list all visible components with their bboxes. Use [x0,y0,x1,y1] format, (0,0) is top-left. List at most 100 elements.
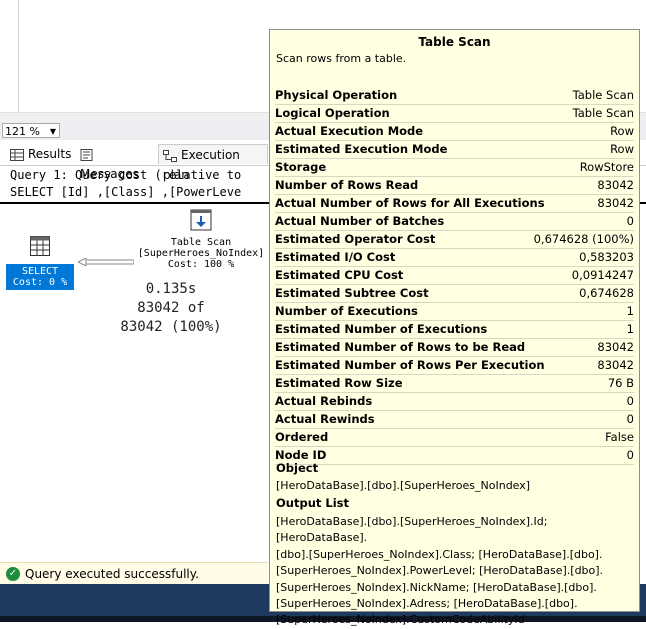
property-value: 0 [626,394,634,408]
tab-results[interactable]: Results [6,144,72,164]
table-scan-node[interactable]: Table Scan [SuperHeroes_NoIndex] Cost: 1… [130,237,272,270]
property-row: Number of Executions 1 [275,303,634,321]
property-row: Estimated Row Size 76 B [275,375,634,393]
property-value: 83042 [597,358,634,372]
property-key: Estimated Number of Rows to be Read [275,340,526,354]
property-value: 1 [626,304,634,318]
property-row: Estimated Execution Mode Row [275,141,634,159]
table-scan-icon[interactable] [190,209,212,231]
tab-results-label: Results [28,147,72,161]
property-row: Estimated CPU Cost 0,0914247 [275,267,634,285]
property-key: Estimated I/O Cost [275,250,396,264]
output-list-line: [SuperHeroes_NoIndex].PowerLevel; [HeroD… [276,564,604,578]
property-value: 0,0914247 [571,268,634,282]
property-row: Logical Operation Table Scan [275,105,634,123]
property-value: 0 [626,412,634,426]
table-scan-table: [SuperHeroes_NoIndex] [137,248,265,259]
property-row: Estimated Operator Cost 0,674628 (100%) [275,231,634,249]
object-heading: Object [276,461,319,475]
table-scan-label: Table Scan [170,237,232,248]
messages-icon [80,148,93,161]
property-row: Estimated Number of Executions 1 [275,321,634,339]
property-value: 83042 [597,178,634,192]
operator-tooltip: Table Scan Scan rows from a table. Physi… [269,29,640,626]
property-row: Estimated Number of Rows to be Read 83042 [275,339,634,357]
property-row: Actual Number of Batches 0 [275,213,634,231]
property-row: Estimated I/O Cost 0,583203 [275,249,634,267]
data-flow-arrow [78,258,134,266]
property-row: Number of Rows Read 83042 [275,177,634,195]
property-key: Estimated Subtree Cost [275,286,429,300]
chevron-down-icon: ▼ [49,127,56,136]
status-text: Query executed successfully. [25,567,199,581]
output-list-heading: Output List [276,496,349,510]
property-row: Estimated Subtree Cost 0,674628 [275,285,634,303]
property-key: Estimated CPU Cost [275,268,404,282]
property-key: Storage [275,160,327,174]
status-bar: ✓ Query executed successfully. [0,562,268,585]
property-row: Storage RowStore [275,159,634,177]
output-list-line: [SuperHeroes_NoIndex].Adress; [HeroDataB… [276,597,578,611]
elapsed-time: 0.135s [145,281,197,297]
tab-execution-plan[interactable]: Execution plan [158,144,268,182]
property-value: 76 B [607,376,634,390]
tooltip-description: Scan rows from a table. [276,52,407,65]
property-key: Estimated Execution Mode [275,142,448,156]
property-value: Table Scan [572,106,634,120]
output-list-line: [SuperHeroes_NoIndex].CustomCodeAbilityI… [276,613,525,627]
property-key: Actual Number of Batches [275,214,445,228]
property-key: Actual Rebinds [275,394,373,408]
zoom-select[interactable]: 121 % ▼ [2,123,60,138]
table-scan-cost: Cost: 100 % [167,259,235,270]
property-key: Estimated Number of Rows Per Execution [275,358,545,372]
output-list-line: [SuperHeroes_NoIndex].NickName; [HeroDat… [276,580,597,594]
property-key: Physical Operation [275,88,398,102]
property-value: Row [610,142,634,156]
property-row: Actual Execution Mode Row [275,123,634,141]
property-key: Number of Rows Read [275,178,419,192]
property-value: 0,583203 [579,250,634,264]
property-key: Actual Number of Rows for All Executions [275,196,545,210]
object-value: [HeroDataBase].[dbo].[SuperHeroes_NoInde… [276,479,531,492]
query-sql-line: SELECT [Id] ,[Class] ,[PowerLeve [10,185,242,199]
property-row: Actual Rewinds 0 [275,411,634,429]
property-key: Actual Rewinds [275,412,375,426]
property-row: Actual Number of Rows for All Executions… [275,195,634,213]
select-node-icon[interactable] [30,236,50,256]
rows-of: 83042 of [137,300,205,316]
property-row: Physical Operation Table Scan [275,87,634,105]
property-value: 0,674628 (100%) [533,232,634,246]
property-value: 0 [626,448,634,462]
property-row: Estimated Number of Rows Per Execution 83… [275,357,634,375]
property-value: 0,674628 [579,286,634,300]
select-node[interactable]: SELECT Cost: 0 % [6,264,74,290]
tab-messages[interactable]: Messages [76,144,156,181]
operator-stats: 0.135s 83042 of 83042 (100%) [106,280,236,337]
editor-margin-line [18,0,19,112]
check-circle-icon: ✓ [6,567,20,581]
property-row: Actual Rebinds 0 [275,393,634,411]
property-value: 0 [626,214,634,228]
property-row: Node ID 0 [275,447,634,465]
property-row: Ordered False [275,429,634,447]
property-key: Logical Operation [275,106,390,120]
property-key: Estimated Number of Executions [275,322,488,336]
query-cost-line: Query 1: Query cost (relative to [10,168,242,182]
rows-total: 83042 (100%) [120,319,222,335]
tooltip-title: Table Scan [418,35,491,49]
select-node-label: SELECT [21,266,59,277]
zoom-value: 121 % [5,125,40,138]
property-value: 83042 [597,340,634,354]
tooltip-properties: Physical Operation Table Scan Logical Oper… [275,87,634,465]
property-key: Estimated Operator Cost [275,232,436,246]
grid-icon [10,148,24,161]
property-value: False [605,430,634,444]
property-value: 83042 [597,196,634,210]
property-value: RowStore [579,160,634,174]
property-value: Table Scan [572,88,634,102]
property-key: Ordered [275,430,329,444]
output-list: [HeroDataBase].[dbo].[SuperHeroes_NoInde… [276,514,632,629]
output-list-line: [dbo].[SuperHeroes_NoIndex].Class; [Hero… [276,547,603,561]
output-list-line: [HeroDataBase].[dbo].[SuperHeroes_NoInde… [276,515,548,545]
property-value: Row [610,124,634,138]
